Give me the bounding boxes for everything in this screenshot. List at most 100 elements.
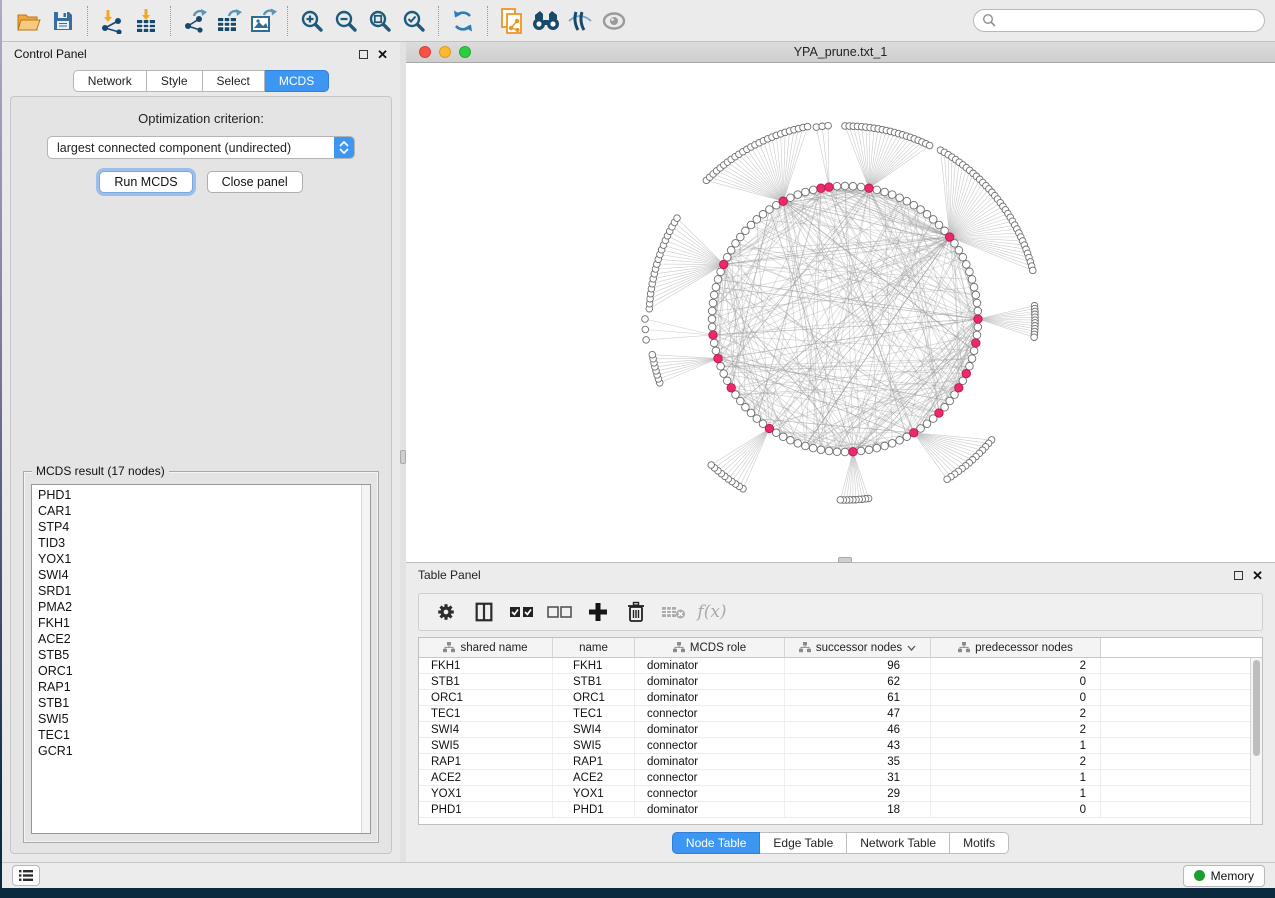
cell-shared-name: SWI4	[419, 722, 553, 737]
result-node[interactable]: SWI4	[38, 567, 364, 583]
zoom-fit-icon[interactable]	[363, 5, 397, 37]
result-node[interactable]: TID3	[38, 535, 364, 551]
result-node[interactable]: PHD1	[38, 487, 364, 503]
cell-mcds-role: dominator	[635, 722, 785, 737]
result-node[interactable]: STB1	[38, 695, 364, 711]
add-row-icon[interactable]	[581, 597, 615, 627]
tab-motifs[interactable]: Motifs	[950, 832, 1009, 854]
table-row[interactable]: STB1STB1dominator620	[419, 674, 1262, 690]
dominator-node	[817, 184, 825, 192]
float-panel-icon[interactable]	[359, 50, 368, 59]
column-header-mcds-role[interactable]: MCDS role	[635, 638, 785, 657]
column-header-shared-name[interactable]: shared name	[419, 638, 553, 657]
result-node[interactable]: PMA2	[38, 599, 364, 615]
result-scrollbar[interactable]	[361, 485, 370, 833]
close-panel-icon[interactable]: ✕	[377, 50, 388, 59]
result-node[interactable]: ORC1	[38, 663, 364, 679]
optimization-criterion-label: Optimization criterion:	[23, 111, 379, 126]
result-node[interactable]: ACE2	[38, 631, 364, 647]
open-session-icon[interactable]	[12, 5, 46, 37]
export-image-icon[interactable]	[246, 5, 280, 37]
network-search-field[interactable]	[973, 9, 1265, 32]
cell-mcds-role: connector	[635, 706, 785, 721]
save-session-icon[interactable]	[46, 5, 80, 37]
toolbar-separator	[287, 6, 288, 36]
result-node[interactable]: FKH1	[38, 615, 364, 631]
tab-select[interactable]: Select	[203, 70, 265, 92]
panel-list-button[interactable]	[12, 865, 40, 886]
tab-style[interactable]: Style	[147, 70, 203, 92]
delete-rows-icon[interactable]	[619, 597, 653, 627]
search-icon	[982, 13, 997, 28]
table-row[interactable]: PHD1PHD1dominator180	[419, 802, 1262, 818]
mcds-result-list[interactable]: PHD1CAR1STP4TID3YOX1SWI4SRD1PMA2FKH1ACE2…	[31, 484, 371, 834]
result-node[interactable]: GCR1	[38, 743, 364, 759]
table-scrollbar-thumb[interactable]	[1253, 660, 1260, 756]
result-node[interactable]: YOX1	[38, 551, 364, 567]
status-bar: Memory	[2, 862, 1275, 888]
export-table-icon[interactable]	[212, 5, 246, 37]
dominator-node	[727, 384, 735, 392]
zoom-out-icon[interactable]	[329, 5, 363, 37]
tab-node-table[interactable]: Node Table	[672, 832, 761, 854]
memory-button[interactable]: Memory	[1183, 865, 1265, 887]
result-node[interactable]: SRD1	[38, 583, 364, 599]
tab-network[interactable]: Network	[73, 70, 147, 92]
hide-panel-eye-icon[interactable]	[563, 5, 597, 37]
tab-edge-table[interactable]: Edge Table	[760, 832, 847, 854]
import-table-icon[interactable]	[129, 5, 163, 37]
toolbar-separator	[87, 6, 88, 36]
refresh-icon[interactable]	[446, 5, 480, 37]
result-node[interactable]: SWI5	[38, 711, 364, 727]
result-node[interactable]: STP4	[38, 519, 364, 535]
table-panel: Table Panel ✕	[406, 563, 1275, 862]
show-columns-icon[interactable]	[467, 597, 501, 627]
table-settings-icon[interactable]	[429, 597, 463, 627]
table-row[interactable]: TEC1TEC1connector472	[419, 706, 1262, 722]
column-header-name[interactable]: name	[553, 638, 635, 657]
network-view[interactable]	[406, 63, 1275, 562]
result-node[interactable]: CAR1	[38, 503, 364, 519]
cell-predecessor-nodes: 1	[931, 770, 1101, 785]
search-input[interactable]	[997, 14, 1256, 28]
zoom-selected-icon[interactable]	[397, 5, 431, 37]
clone-network-icon[interactable]	[495, 5, 529, 37]
search-network-icon[interactable]	[529, 5, 563, 37]
column-header-successor-nodes[interactable]: successor nodes	[785, 638, 931, 657]
column-header-predecessor-nodes[interactable]: predecessor nodes	[931, 638, 1101, 657]
close-panel-button[interactable]: Close panel	[207, 171, 303, 193]
table-row[interactable]: SWI4SWI4dominator462	[419, 722, 1262, 738]
zoom-in-icon[interactable]	[295, 5, 329, 37]
result-node[interactable]: TEC1	[38, 727, 364, 743]
export-network-icon[interactable]	[178, 5, 212, 37]
result-node[interactable]: STB5	[38, 647, 364, 663]
run-mcds-button[interactable]: Run MCDS	[99, 171, 192, 193]
select-all-icon[interactable]	[505, 597, 539, 627]
float-table-panel-icon[interactable]	[1234, 571, 1243, 580]
network-title: YPA_prune.txt_1	[406, 45, 1275, 59]
close-table-panel-icon[interactable]: ✕	[1252, 571, 1263, 580]
table-header-row: shared namenameMCDS rolesuccessor nodesp…	[419, 638, 1262, 658]
table-row[interactable]: SWI5SWI5connector431	[419, 738, 1262, 754]
horizontal-splitter-grabber[interactable]	[838, 557, 852, 563]
node-table[interactable]: shared namenameMCDS rolesuccessor nodesp…	[418, 637, 1263, 825]
result-node[interactable]: RAP1	[38, 679, 364, 695]
deselect-all-icon[interactable]	[543, 597, 577, 627]
tab-mcds[interactable]: MCDS	[265, 70, 329, 92]
show-eye-icon[interactable]	[597, 5, 631, 37]
table-scrollbar[interactable]	[1250, 658, 1262, 824]
table-row[interactable]: RAP1RAP1dominator352	[419, 754, 1262, 770]
cell-mcds-role: dominator	[635, 674, 785, 689]
cell-shared-name: ACE2	[419, 770, 553, 785]
import-network-icon[interactable]	[95, 5, 129, 37]
column-header-filler	[1101, 638, 1262, 657]
table-row[interactable]: FKH1FKH1dominator962	[419, 658, 1262, 674]
table-row[interactable]: ORC1ORC1dominator610	[419, 690, 1262, 706]
cell-predecessor-nodes: 2	[931, 706, 1101, 721]
optimization-criterion-select[interactable]: largest connected component (undirected)	[47, 136, 355, 159]
tab-network-table[interactable]: Network Table	[847, 832, 950, 854]
table-row[interactable]: ACE2ACE2connector311	[419, 770, 1262, 786]
dominator-node	[825, 183, 833, 191]
cell-successor-nodes: 18	[785, 802, 931, 817]
table-row[interactable]: YOX1YOX1connector291	[419, 786, 1262, 802]
